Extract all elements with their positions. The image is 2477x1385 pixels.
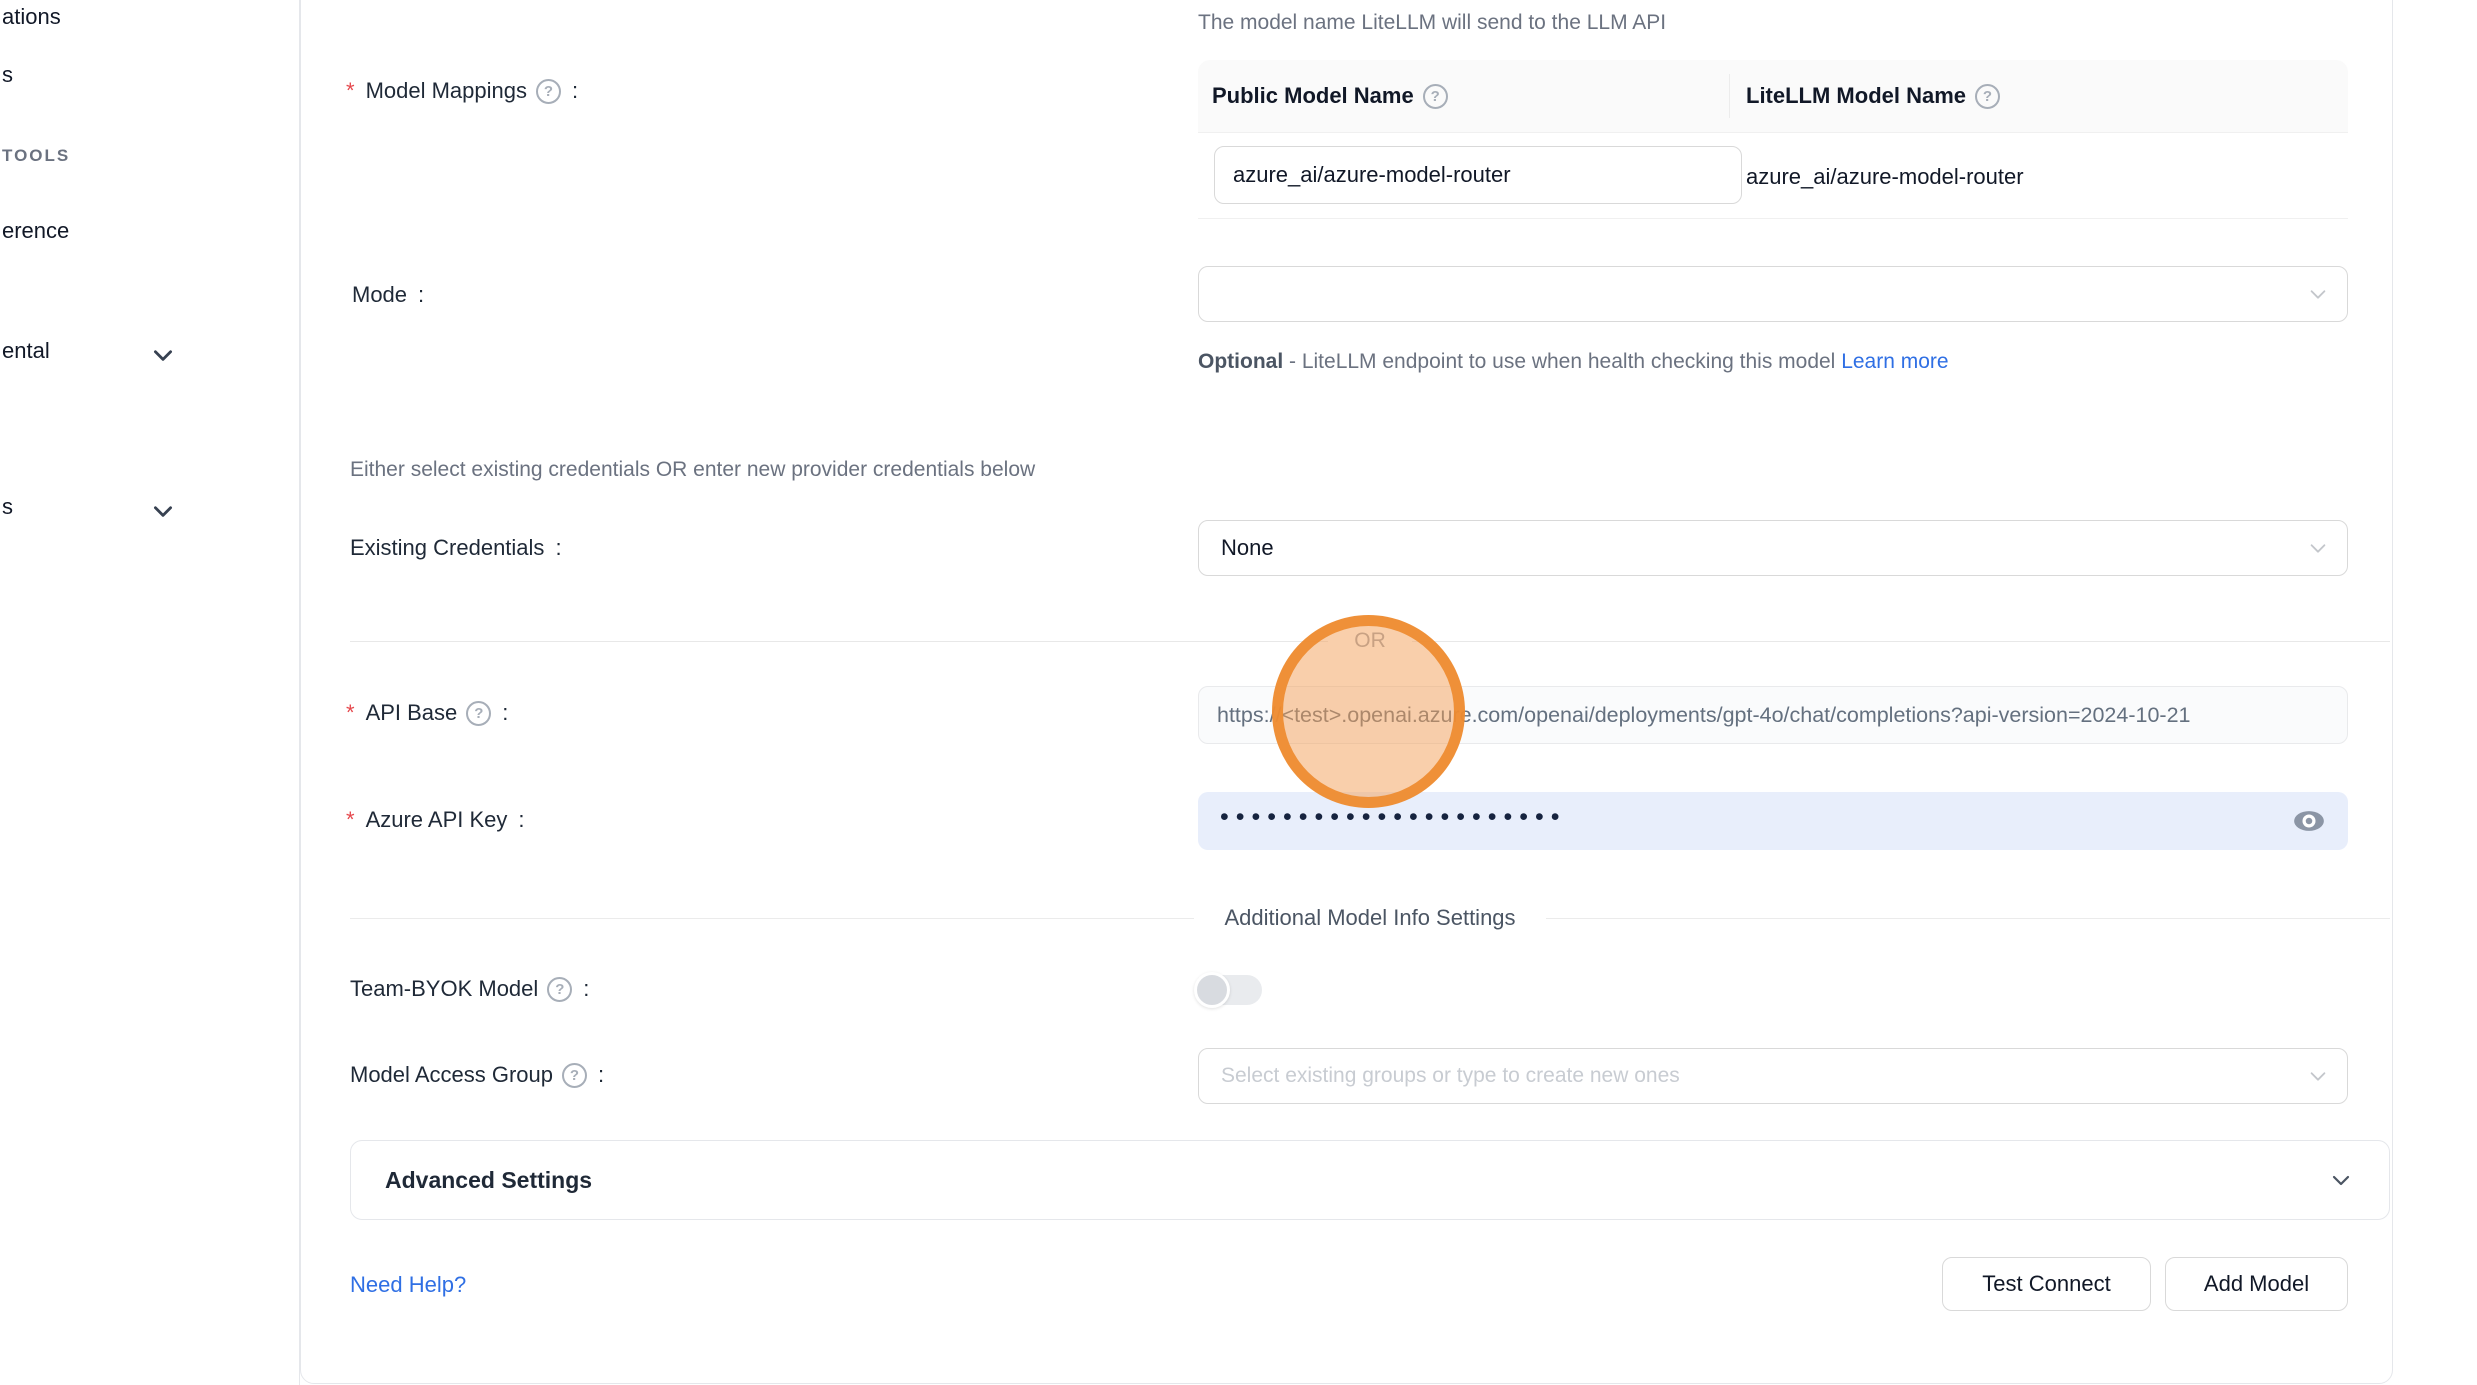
required-mark: *	[346, 700, 355, 726]
mode-label: Mode :	[352, 282, 424, 308]
chevron-down-icon[interactable]	[150, 498, 176, 524]
learn-more-link[interactable]: Learn more	[1841, 350, 1948, 373]
help-icon[interactable]: ?	[466, 701, 491, 726]
need-help-link[interactable]: Need Help?	[350, 1272, 466, 1298]
add-model-button[interactable]: Add Model	[2165, 1257, 2348, 1311]
additional-settings-divider-text: Additional Model Info Settings	[1194, 905, 1545, 931]
sidebar: ations s TOOLS erence ental s	[0, 0, 300, 1385]
litellm-model-name-header: LiteLLM Model Name ?	[1746, 83, 2000, 109]
model-access-group-select[interactable]: Select existing groups or type to create…	[1198, 1048, 2348, 1104]
chevron-down-icon	[2307, 1065, 2329, 1087]
required-mark: *	[346, 78, 355, 104]
sidebar-item-truncated-1[interactable]: ations	[2, 4, 61, 30]
team-byok-label: Team-BYOK Model ? :	[350, 976, 589, 1002]
toggle-knob	[1194, 972, 1230, 1008]
mode-help-text: Optional - LiteLLM endpoint to use when …	[1198, 342, 1988, 382]
help-icon[interactable]: ?	[547, 977, 572, 1002]
help-icon[interactable]: ?	[1975, 84, 2000, 109]
model-access-group-label: Model Access Group ? :	[350, 1062, 604, 1088]
help-icon[interactable]: ?	[536, 79, 561, 104]
required-mark: *	[346, 807, 355, 833]
litellm-model-name-hint: The model name LiteLLM will send to the …	[1198, 11, 1666, 35]
sidebar-item-truncated-2[interactable]: s	[2, 62, 13, 88]
model-mappings-label: * Model Mappings ? :	[346, 78, 578, 104]
advanced-settings-title: Advanced Settings	[385, 1141, 592, 1219]
public-model-name-input[interactable]	[1214, 146, 1742, 204]
existing-credentials-select[interactable]: None	[1198, 520, 2348, 576]
sidebar-item-truncated-3[interactable]: erence	[2, 218, 69, 244]
litellm-model-name-value: azure_ai/azure-model-router	[1746, 164, 2024, 190]
azure-api-key-label: * Azure API Key :	[346, 807, 525, 833]
click-indicator	[1272, 615, 1465, 808]
chevron-down-icon	[2307, 283, 2329, 305]
eye-icon[interactable]	[2292, 804, 2326, 838]
sidebar-section-tools: TOOLS	[2, 146, 70, 166]
test-connect-button[interactable]: Test Connect	[1942, 1257, 2151, 1311]
public-model-name-header: Public Model Name ?	[1212, 83, 1448, 109]
credentials-note: Either select existing credentials OR en…	[350, 458, 1035, 482]
existing-credentials-value: None	[1221, 521, 1274, 575]
additional-settings-divider: Additional Model Info Settings	[350, 903, 2390, 933]
chevron-down-icon	[2307, 537, 2329, 559]
help-icon[interactable]: ?	[562, 1063, 587, 1088]
team-byok-toggle[interactable]	[1198, 975, 1262, 1005]
mode-select[interactable]	[1198, 266, 2348, 322]
chevron-down-icon	[2329, 1168, 2353, 1192]
help-icon[interactable]: ?	[1423, 84, 1448, 109]
model-access-group-placeholder: Select existing groups or type to create…	[1221, 1049, 1680, 1103]
add-model-page: ations s TOOLS erence ental s The model …	[0, 0, 2477, 1385]
sidebar-item-truncated-4[interactable]: ental	[2, 338, 50, 364]
sidebar-item-truncated-5[interactable]: s	[2, 494, 13, 520]
existing-credentials-label: Existing Credentials :	[350, 535, 562, 561]
column-divider	[1729, 74, 1730, 118]
api-base-label: * API Base ? :	[346, 700, 508, 726]
advanced-settings-panel[interactable]: Advanced Settings	[350, 1140, 2390, 1220]
chevron-down-icon[interactable]	[150, 342, 176, 368]
